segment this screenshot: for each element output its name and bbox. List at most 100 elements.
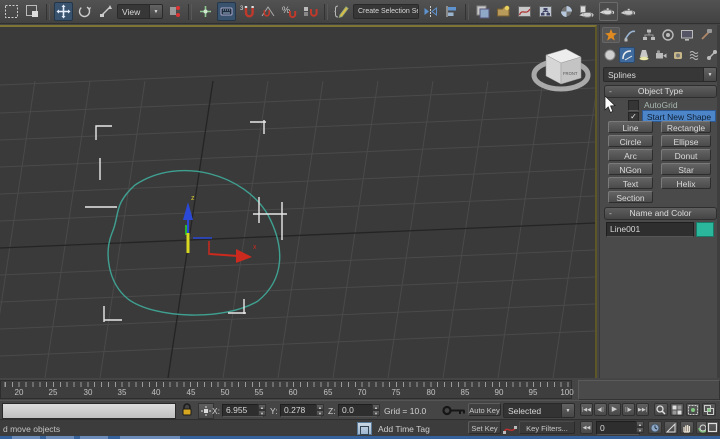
tab-display[interactable] bbox=[678, 27, 696, 43]
category-geometry-icon[interactable] bbox=[602, 47, 618, 63]
shape-button-rectangle[interactable]: Rectangle bbox=[661, 121, 711, 133]
tab-modify[interactable] bbox=[621, 27, 639, 43]
category-shapes-icon[interactable] bbox=[619, 47, 635, 63]
spinner-down-icon[interactable]: ▼ bbox=[316, 410, 324, 416]
timeline-tick-label: 75 bbox=[392, 388, 401, 397]
shape-button-star[interactable]: Star bbox=[661, 163, 711, 175]
named-selection-set-dropdown[interactable]: Create Selection Se ▼ bbox=[353, 4, 419, 19]
frame-spinner[interactable]: ▲ ▼ bbox=[636, 421, 644, 434]
viewcube[interactable]: FRONT bbox=[534, 49, 588, 89]
category-lights-icon[interactable] bbox=[636, 47, 652, 63]
zoom-icon[interactable] bbox=[654, 403, 668, 416]
spinner-down-icon[interactable]: ▼ bbox=[372, 410, 380, 416]
category-cameras-icon[interactable] bbox=[653, 47, 669, 63]
material-editor-icon[interactable] bbox=[557, 2, 576, 21]
chevron-down-icon[interactable]: ▼ bbox=[703, 68, 716, 81]
toggle-layer-explorer-icon[interactable] bbox=[494, 2, 513, 21]
zoom-all-icon[interactable] bbox=[670, 403, 684, 416]
maxscript-mini-listener[interactable] bbox=[2, 403, 176, 419]
toolbar-separator bbox=[46, 4, 50, 20]
mirror-icon[interactable] bbox=[421, 2, 440, 21]
timeline-tick-label: 35 bbox=[118, 388, 127, 397]
category-helpers-icon[interactable] bbox=[670, 47, 686, 63]
layer-manager-icon[interactable] bbox=[473, 2, 492, 21]
perspective-viewport[interactable]: z x FRONT bbox=[0, 25, 597, 378]
current-frame-field[interactable]: 0 bbox=[596, 421, 640, 435]
timeline-ticks bbox=[1, 382, 571, 387]
viewport-canvas[interactable]: z x FRONT bbox=[0, 27, 595, 378]
tab-create[interactable] bbox=[602, 27, 620, 43]
keyboard-shortcut-override-icon[interactable] bbox=[217, 2, 236, 21]
shape-button-section[interactable]: Section bbox=[608, 191, 653, 203]
x-coordinate-spinner[interactable]: ▲ ▼ bbox=[258, 404, 266, 417]
object-color-swatch[interactable] bbox=[696, 222, 714, 237]
zoom-extents-all-icon[interactable] bbox=[702, 403, 716, 416]
angle-snap-toggle-icon[interactable] bbox=[259, 2, 278, 21]
tab-hierarchy[interactable] bbox=[640, 27, 658, 43]
render-setup-icon[interactable] bbox=[578, 2, 597, 21]
spinner-snap-toggle-icon[interactable] bbox=[301, 2, 320, 21]
shape-button-arc[interactable]: Arc bbox=[608, 149, 653, 161]
select-and-rotate-icon[interactable] bbox=[75, 2, 94, 21]
schematic-view-icon[interactable] bbox=[536, 2, 555, 21]
reference-coordinate-system-dropdown[interactable]: View ▼ bbox=[117, 4, 163, 19]
add-time-tag-label[interactable]: Add Time Tag bbox=[378, 424, 430, 434]
maximize-viewport-toggle-icon[interactable] bbox=[706, 421, 719, 434]
window-crossing-toggle-icon[interactable] bbox=[23, 2, 42, 21]
shape-button-circle[interactable]: Circle bbox=[608, 135, 653, 147]
zoom-extents-icon[interactable] bbox=[686, 403, 700, 416]
object-name-field[interactable]: Line001 bbox=[606, 222, 694, 237]
snap-toggle-3d-icon[interactable]: 3 bbox=[238, 2, 257, 21]
key-selection-dropdown[interactable]: Selected ▼ bbox=[503, 403, 575, 418]
rendered-frame-window-icon[interactable] bbox=[599, 2, 618, 21]
time-slider-track[interactable]: 20 25 30 35 40 45 50 55 60 65 70 75 80 8… bbox=[0, 380, 572, 399]
spinner-down-icon[interactable]: ▼ bbox=[258, 410, 266, 416]
go-to-start-button[interactable]: |◀◀ bbox=[580, 403, 593, 416]
splines-category-dropdown[interactable]: Splines ▼ bbox=[603, 67, 717, 82]
chevron-down-icon[interactable]: ▼ bbox=[561, 404, 574, 417]
rectangular-selection-region-icon[interactable] bbox=[2, 2, 21, 21]
set-key-button[interactable]: Set Key bbox=[468, 421, 501, 434]
field-of-view-icon[interactable] bbox=[664, 421, 678, 434]
chevron-down-icon[interactable]: ▼ bbox=[149, 5, 162, 18]
name-and-color-rollout-header[interactable]: - Name and Color bbox=[604, 207, 717, 220]
key-mode-toggle-button[interactable]: ◀◀ bbox=[580, 421, 593, 434]
select-and-manipulate-icon[interactable] bbox=[196, 2, 215, 21]
object-type-rollout-header[interactable]: - Object Type bbox=[604, 85, 717, 98]
shape-button-line[interactable]: Line bbox=[608, 121, 653, 133]
play-button[interactable]: ▶ bbox=[608, 403, 621, 416]
edit-named-selection-sets-icon[interactable] bbox=[332, 2, 351, 21]
shape-button-ngon[interactable]: NGon bbox=[608, 163, 653, 175]
percent-snap-toggle-icon[interactable]: % bbox=[280, 2, 299, 21]
render-production-icon[interactable] bbox=[620, 2, 639, 21]
toolbar-separator bbox=[324, 4, 328, 20]
select-and-scale-icon[interactable] bbox=[96, 2, 115, 21]
auto-key-button[interactable]: Auto Key bbox=[468, 403, 501, 416]
tab-utilities[interactable] bbox=[697, 27, 715, 43]
shape-button-donut[interactable]: Donut bbox=[661, 149, 711, 161]
shape-button-helix[interactable]: Helix bbox=[661, 177, 711, 189]
shape-button-ellipse[interactable]: Ellipse bbox=[661, 135, 711, 147]
y-coordinate-spinner[interactable]: ▲ ▼ bbox=[316, 404, 324, 417]
curve-editor-icon[interactable] bbox=[515, 2, 534, 21]
previous-frame-button[interactable]: ◀|| bbox=[594, 403, 607, 416]
next-frame-button[interactable]: ||▶ bbox=[622, 403, 635, 416]
key-filters-button[interactable]: Key Filters... bbox=[519, 421, 575, 434]
use-pivot-point-center-icon[interactable] bbox=[165, 2, 184, 21]
pan-hand-icon[interactable] bbox=[680, 421, 694, 434]
go-to-end-button[interactable]: ▶▶| bbox=[636, 403, 649, 416]
z-coordinate-spinner[interactable]: ▲ ▼ bbox=[372, 404, 380, 417]
time-configuration-icon[interactable] bbox=[648, 421, 662, 434]
select-and-move-icon[interactable] bbox=[54, 2, 73, 21]
add-time-tag-icon[interactable] bbox=[357, 422, 372, 435]
category-space-warps-icon[interactable] bbox=[687, 47, 703, 63]
shape-button-text[interactable]: Text bbox=[608, 177, 653, 189]
coordinate-system-value: View bbox=[122, 7, 140, 17]
category-systems-icon[interactable] bbox=[704, 47, 720, 63]
spinner-down-icon[interactable]: ▼ bbox=[636, 427, 644, 433]
autogrid-checkbox[interactable] bbox=[628, 100, 639, 111]
align-icon[interactable] bbox=[442, 2, 461, 21]
x-coordinate-label: X: bbox=[212, 406, 220, 416]
timeline-tick-label: 25 bbox=[49, 388, 58, 397]
tab-motion[interactable] bbox=[659, 27, 677, 43]
